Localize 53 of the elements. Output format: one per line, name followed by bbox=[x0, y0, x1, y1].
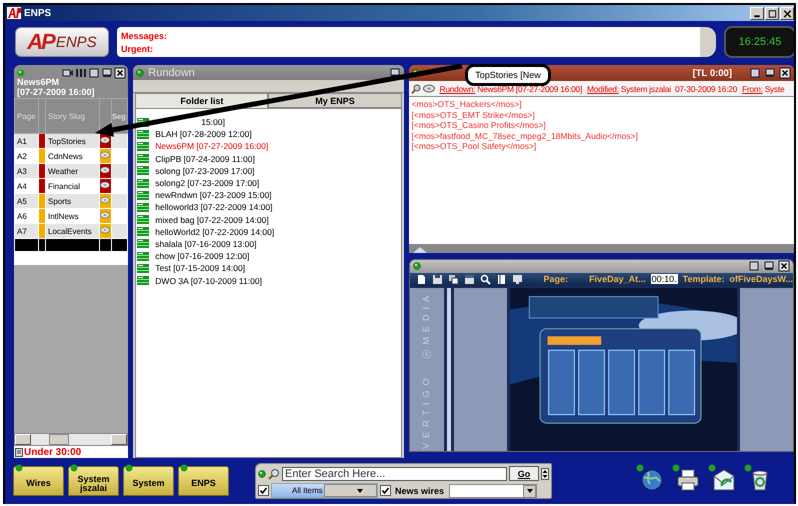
column-header: Story Slug bbox=[46, 98, 100, 134]
rundown-item[interactable]: newRndwn [07-23-2009 15:00] bbox=[155, 190, 272, 200]
template-name: ofFiveDaysW... bbox=[729, 274, 793, 284]
page-name: FiveDay_At... bbox=[589, 274, 646, 284]
clock: 16:25:45 bbox=[724, 26, 794, 58]
page-label: Page: bbox=[544, 274, 568, 284]
mos-line: <mos>OTS_Hackers</mos>] bbox=[412, 99, 523, 110]
brand-text: VERTIGO ⓧ MEDIA bbox=[420, 290, 432, 448]
urgent-label: Urgent: bbox=[121, 44, 154, 54]
field-value: News6PM [07-27-2009 16:00] bbox=[477, 84, 582, 94]
folder-button[interactable]: System bbox=[123, 466, 174, 496]
rundown-item-time: 15:00] bbox=[201, 117, 225, 128]
rundown-item[interactable]: BLAH [07-28-2009 12:00] bbox=[155, 129, 252, 140]
field-label[interactable]: Modified: bbox=[587, 84, 619, 94]
mos-line: [<mos>fastfood_MC_78sec_mpeg2_18Mbits_Audio</mos>] bbox=[412, 130, 639, 141]
search-field[interactable]: Enter Search Here... bbox=[282, 466, 507, 480]
folder-button[interactable]: ENPS bbox=[178, 466, 229, 496]
mos-line: [<mos>OTS_EMT Strike</mos>] bbox=[412, 110, 536, 120]
field-value: Syste bbox=[764, 84, 784, 94]
rundown-item[interactable]: chow [07-16-2009 12:00] bbox=[155, 251, 250, 262]
items-dropdown[interactable]: All Items bbox=[271, 483, 378, 498]
callout-label: TopStories [New bbox=[465, 64, 551, 86]
rundown-item[interactable]: solong [07-23-2009 17:00] bbox=[155, 166, 255, 176]
time-field[interactable]: 00:10. bbox=[650, 274, 678, 284]
story-timing: [TL 0:00] bbox=[692, 68, 732, 78]
rundown-item[interactable]: helloworld3 [07-22-2009 14:00] bbox=[155, 202, 272, 212]
mos-line: [<mos>OTS_Casino Profits</mos>] bbox=[412, 120, 547, 130]
rundown-item[interactable]: helloWorld2 [07-22-2009 14:00] bbox=[155, 226, 274, 237]
tab[interactable]: Folder list bbox=[135, 93, 268, 108]
go-button[interactable]: Go bbox=[509, 466, 539, 481]
window-title: ENPS bbox=[24, 8, 52, 18]
rundown-item[interactable]: DWO 3A [07-10-2009 11:00] bbox=[155, 276, 262, 286]
rundown-item[interactable]: News6PM [07-27-2009 16:00] bbox=[155, 141, 268, 152]
rundown-item[interactable]: ClipPB [07-24-2009 11:00] bbox=[155, 154, 255, 164]
panel-title: Rundown bbox=[148, 66, 195, 78]
messages-label: Messages: bbox=[121, 30, 168, 40]
field-label[interactable]: Rundown: bbox=[440, 84, 476, 94]
app-logo: APENPS bbox=[15, 27, 109, 57]
rundown-item[interactable]: solong2 [07-23-2009 17:00] bbox=[155, 178, 260, 188]
rundown-item[interactable]: Test [07-15-2009 14:00] bbox=[155, 263, 246, 274]
folder-button[interactable]: Wires bbox=[13, 466, 64, 496]
checkbox-label: News wires bbox=[395, 486, 444, 496]
field-value: System jszalai 07-30-2009 16:20 bbox=[620, 84, 738, 94]
rundown-item[interactable]: shalala [07-16-2009 13:00] bbox=[155, 238, 256, 249]
mos-line: [<mos>OTS_Pool Safety</mos>] bbox=[412, 141, 538, 152]
rundown-item[interactable]: mixed bag [07-22-2009 14:00] bbox=[155, 214, 269, 225]
dropdown-value: All Items bbox=[291, 486, 324, 495]
rundown-title: News6PM [07-27-2009 16:00] bbox=[17, 77, 95, 97]
column-header: Page bbox=[14, 98, 38, 134]
status-text: Under 30:00 bbox=[24, 446, 82, 458]
field-label[interactable]: From: bbox=[742, 84, 763, 94]
folder-button[interactable]: System jszalai bbox=[68, 466, 119, 496]
template-label: Template: bbox=[682, 274, 724, 284]
